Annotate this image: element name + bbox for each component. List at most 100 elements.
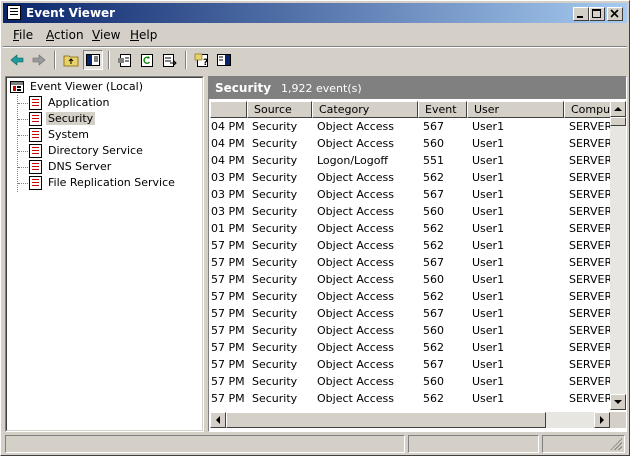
event-row[interactable]: 03 PM Security Object Access 560 User1 SERVER	[210, 203, 610, 220]
resize-grip[interactable]	[610, 438, 622, 450]
cell-computer: SERVER	[569, 222, 610, 235]
event-row[interactable]: 57 PMSecurityObject Access567User1SERVER	[210, 356, 610, 373]
cell-user: User1	[472, 239, 505, 252]
event-row[interactable]: 57 PM Security Object Access 562 User1 SERVER	[210, 288, 610, 305]
menu-help[interactable]: Help	[130, 28, 157, 42]
tree-item-security[interactable]: Security	[29, 111, 96, 127]
back-button[interactable]	[7, 50, 27, 70]
event-row[interactable]: 04 PM Security Logon/Logoff 551 User1 SERVER	[210, 152, 610, 169]
cell-event-id: 562	[423, 222, 444, 235]
cell-user: User1	[472, 307, 505, 320]
horizontal-scrollbar[interactable]	[210, 412, 610, 428]
cell-source: Security	[252, 222, 298, 235]
cell-date-time: 01 PM	[211, 222, 245, 235]
scroll-down-button[interactable]	[610, 394, 626, 410]
event-row[interactable]: 04 PM Security Object Access 560 User1 SERVER	[210, 135, 610, 152]
menu-action[interactable]: Action	[46, 28, 84, 42]
event-row[interactable]: 57 PM Security Object Access 562 User1 SERVER	[210, 339, 610, 356]
export-list-icon	[163, 54, 177, 67]
minimize-button[interactable]	[573, 7, 589, 21]
event-row[interactable]: 01 PM Security Object Access 562 User1 SERVER	[210, 220, 610, 237]
scroll-right-button[interactable]	[594, 412, 610, 428]
close-button[interactable]	[607, 7, 623, 21]
event-row[interactable]: 57 PM Security Object Access 560 User1 SERVER	[210, 271, 610, 288]
properties-button[interactable]	[115, 50, 135, 70]
maximize-button[interactable]	[589, 7, 605, 21]
column-header-event[interactable]: Event	[418, 101, 467, 118]
scroll-left-button[interactable]	[210, 412, 226, 428]
cell-date-time: 57 PM	[211, 358, 245, 371]
cell-date-time: 57 PM	[211, 407, 249, 410]
cell-source: Security	[252, 341, 298, 354]
event-row[interactable]: 57 PM Security Object Access 562 User1 SERVER	[210, 237, 610, 254]
vertical-scroll-thumb[interactable]	[610, 117, 626, 126]
event-log-icon	[29, 112, 42, 126]
cell-date-time: 04 PM	[211, 154, 245, 167]
vertical-scrollbar[interactable]	[610, 101, 626, 410]
tree-connector	[17, 95, 18, 192]
menu-view[interactable]: View	[92, 28, 120, 42]
cell-source: Security	[252, 392, 298, 405]
triangle-right-icon	[600, 416, 604, 424]
event-row[interactable]: 03 PM Security Object Access 567 User1 SERVER	[210, 186, 610, 203]
column-header-source[interactable]: Source	[247, 101, 312, 118]
title-bar[interactable]: Event Viewer	[3, 3, 627, 23]
event-row[interactable]: 04 PM Security Object Access 567 User1 SERVER	[210, 118, 610, 135]
menu-file[interactable]: File	[13, 28, 33, 42]
toolbar-separator	[185, 51, 187, 69]
cell-category: Object Access	[317, 256, 394, 269]
event-viewer-app-icon[interactable]	[7, 5, 21, 20]
status-panel-main	[5, 435, 405, 453]
event-viewer-root-icon	[10, 79, 24, 93]
cell-user: User1	[472, 290, 505, 303]
cell-user: User1	[472, 154, 505, 167]
event-row[interactable]: 57 PMSecurityObject Access567User1SERVER	[210, 254, 610, 271]
cell-date-time: 57 PM	[211, 307, 245, 320]
tree-item-system[interactable]: System	[29, 127, 91, 143]
tree-item-application[interactable]: Application	[29, 95, 111, 111]
event-row[interactable]: 57 PM Security Object Access 560 User1 SERVER	[210, 373, 610, 390]
cell-category: Object Access	[317, 171, 394, 184]
cell-source: Security	[252, 273, 298, 286]
refresh-button[interactable]	[137, 50, 157, 70]
up-one-level-button[interactable]	[61, 50, 81, 70]
help-button[interactable]: ?	[192, 50, 212, 70]
tree-root-event-viewer-local[interactable]: Event Viewer (Local)	[10, 79, 145, 95]
scroll-up-button[interactable]	[610, 101, 626, 117]
event-row[interactable]: 57 PM Security Object Access 562 User1 SERVER	[210, 390, 610, 407]
cell-category: Object Access	[317, 205, 394, 218]
show-hide-console-tree-button[interactable]	[83, 50, 103, 70]
cell-user: User1	[472, 341, 505, 354]
event-row[interactable]: 03 PM Security Object Access 562 User1 SERVER	[210, 169, 610, 186]
cell-source: Security	[252, 358, 298, 371]
console-tree: Event Viewer (Local) Application Securit…	[5, 76, 204, 432]
cell-source: Security	[252, 407, 314, 410]
column-header-category[interactable]: Category	[312, 101, 418, 118]
show-hide-action-pane-button[interactable]	[214, 50, 234, 70]
cell-computer: SERVER	[569, 358, 610, 371]
cell-computer: SERVER	[569, 120, 610, 133]
status-panel-3	[542, 435, 625, 453]
tree-connector	[18, 167, 28, 168]
triangle-up-icon	[614, 107, 622, 111]
event-row[interactable]: 57 PMSecurityObject Access567User1SERVER	[210, 305, 610, 322]
cell-computer: SERVER	[569, 290, 610, 303]
tree-item-dns-server[interactable]: DNS Server	[29, 159, 113, 175]
cell-source: Security	[252, 154, 298, 167]
export-list-button[interactable]	[159, 50, 179, 70]
event-row[interactable]: 57 PMSecurityObject Access567User1SERVER	[210, 407, 610, 410]
event-row[interactable]: 57 PM Security Object Access 560 User1 SERVER	[210, 322, 610, 339]
cell-user: User1	[472, 256, 505, 269]
cell-user: User1	[472, 205, 505, 218]
tree-item-directory-service[interactable]: Directory Service	[29, 143, 145, 159]
forward-button[interactable]	[29, 50, 49, 70]
column-header-date-time[interactable]	[210, 101, 247, 118]
column-header-user[interactable]: User	[467, 101, 564, 118]
cell-source: Security	[252, 188, 298, 201]
cell-event-id: 567	[423, 358, 444, 371]
cell-source: Security	[252, 239, 298, 252]
tree-item-file-replication-service[interactable]: File Replication Service	[29, 175, 177, 191]
column-header-computer[interactable]: Computer	[564, 101, 610, 118]
horizontal-scroll-thumb[interactable]	[226, 412, 546, 428]
cell-event-id: 560	[423, 324, 444, 337]
